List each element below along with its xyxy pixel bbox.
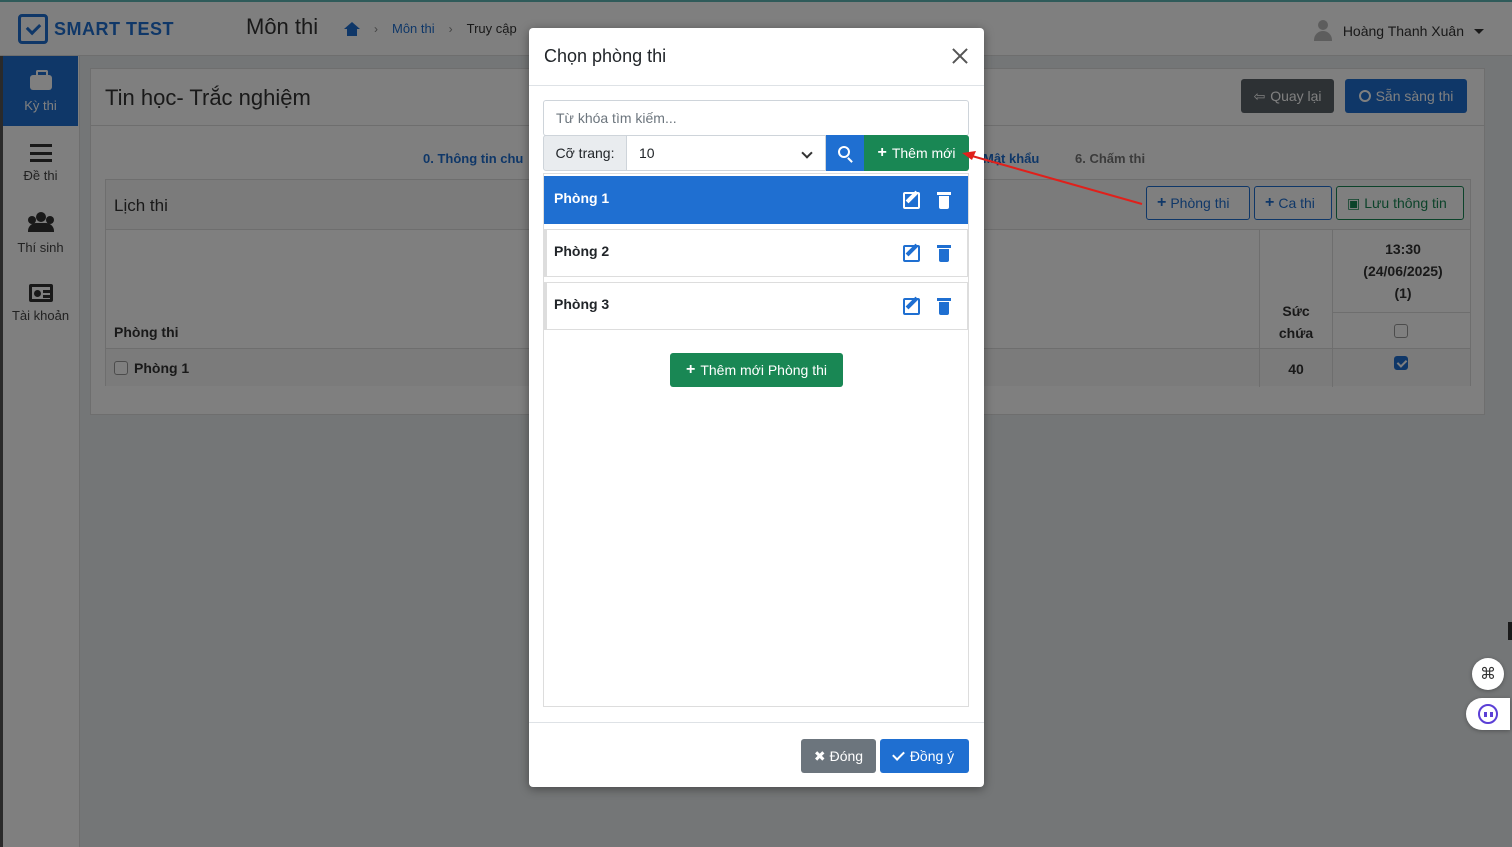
modal-toolbar: Cỡ trang: 10 + Thêm mới [543,135,969,171]
assistant-bot-icon[interactable] [1466,698,1510,730]
confirm-button-label: Đồng ý [909,748,955,764]
close-button-label: Đóng [829,748,864,764]
page-size-label: Cỡ trang: [543,135,627,171]
list-item[interactable]: Phòng 2 [544,229,968,277]
search-icon [838,146,850,158]
x-icon: ✖ [813,747,826,764]
chevron-down-icon [801,147,813,159]
list-item[interactable]: Phòng 3 [544,282,968,330]
trash-icon[interactable] [937,245,951,262]
modal-footer: ✖ Đóng Đồng ý [529,722,984,787]
close-icon[interactable] [950,46,970,66]
add-exam-room-button[interactable]: + Thêm mới Phòng thi [670,353,843,387]
modal-title: Chọn phòng thi [544,46,667,66]
page-size-value: 10 [639,145,655,161]
check-icon [891,747,905,761]
search-input[interactable] [543,100,969,136]
room-name: Phòng 2 [554,243,610,259]
select-room-modal: Chọn phòng thi Cỡ trang: 10 + Thêm mới P… [529,28,984,787]
room-list: Phòng 1 Phòng 2 Phòng 3 + Thêm mới Phòng… [543,173,969,707]
plus-icon: + [877,144,887,161]
trash-icon[interactable] [937,298,951,315]
command-icon[interactable]: ⌘ [1472,658,1504,690]
add-exam-room-label: Thêm mới Phòng thi [700,362,828,378]
edit-icon[interactable] [903,192,920,209]
edit-icon[interactable] [903,245,920,262]
edge-marker [1508,622,1512,640]
close-button[interactable]: ✖ Đóng [801,739,876,773]
add-new-label: Thêm mới [891,145,956,161]
room-name: Phòng 1 [554,190,610,206]
room-name: Phòng 3 [554,296,610,312]
modal-header: Chọn phòng thi [529,28,984,86]
confirm-button[interactable]: Đồng ý [880,739,969,773]
add-new-button[interactable]: + Thêm mới [864,135,969,171]
plus-icon: + [685,361,696,378]
search-button[interactable] [826,135,864,171]
list-item[interactable]: Phòng 1 [544,176,968,224]
edit-icon[interactable] [903,298,920,315]
trash-icon[interactable] [937,192,951,209]
bot-face-icon [1478,704,1498,724]
page-size-select[interactable]: 10 [627,135,826,171]
